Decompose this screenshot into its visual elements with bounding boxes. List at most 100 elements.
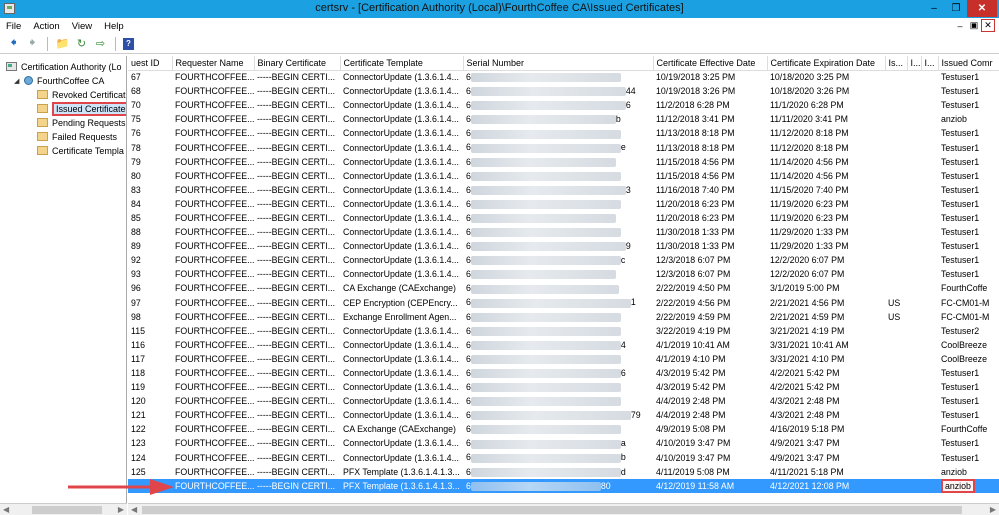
tree-item-pending[interactable]: Pending Requests [37,116,126,129]
table-row[interactable]: 84 FOURTHCOFFEE... -----BEGIN CERTI... Conn… [128,197,999,211]
table-row[interactable]: 116 FOURTHCOFFEE... -----BEGIN CERTI... Con… [128,338,999,352]
menu-file[interactable]: File [0,21,27,32]
cell-requester-name-text: FOURTHCOFFEE... [175,480,254,491]
column-header-effective-date[interactable]: Certificate Effective Date [653,56,768,71]
cell-issued-common-name-text: Testuser1 [941,72,980,83]
cell-expiration-date: 12/2/2020 6:07 PM [767,267,885,281]
column-header-issuer-country[interactable]: Is... [885,56,908,71]
table-row[interactable]: 75 FOURTHCOFFEE... -----BEGIN CERTI... Conn… [128,112,999,126]
column-header-expiration-date[interactable]: Certificate Expiration Date [767,56,886,71]
cell-certificate-template-text: ConnectorUpdate (1.3.6.1.4... [343,86,459,97]
collapse-arrow-icon[interactable]: ◢ [14,77,22,85]
table-row[interactable]: 115 FOURTHCOFFEE... -----BEGIN CERTI... Con… [128,324,999,338]
table-row[interactable]: 97 FOURTHCOFFEE... -----BEGIN CERTI... CEP … [128,296,999,310]
tree-item-revoked[interactable]: Revoked Certificat [37,88,126,101]
column-header-issued-common-name[interactable]: Issued Comr [938,56,999,71]
table-row[interactable]: 123 FOURTHCOFFEE... -----BEGIN CERTI... Con… [128,436,999,450]
table-row[interactable]: 79 FOURTHCOFFEE... -----BEGIN CERTI... Conn… [128,155,999,169]
table-row[interactable]: 120 FOURTHCOFFEE... -----BEGIN CERTI... Con… [128,394,999,408]
table-row[interactable]: 83 FOURTHCOFFEE... -----BEGIN CERTI... Conn… [128,183,999,197]
tree-item-issued[interactable]: Issued Certificates [37,101,126,116]
back-icon[interactable]: 🠸 [6,36,21,51]
refresh-icon[interactable]: ↻ [74,36,89,51]
table-row[interactable]: 119 FOURTHCOFFEE... -----BEGIN CERTI... Con… [128,380,999,394]
table-row[interactable]: 118 FOURTHCOFFEE... -----BEGIN CERTI... Con… [128,366,999,380]
table-row[interactable]: 117 FOURTHCOFFEE... -----BEGIN CERTI... Con… [128,352,999,366]
forward-icon[interactable]: 🠺 [25,36,40,51]
table-row[interactable]: FOURTHCOFFEE... -----BEGIN CERTI... PFX Te… [128,478,999,493]
cell-certificate-template: ConnectorUpdate (1.3.6.1.4... [340,436,463,450]
scrollbar-thumb[interactable] [32,506,102,514]
table-row[interactable]: 68 FOURTHCOFFEE... -----BEGIN CERTI... Conn… [128,84,999,98]
cell-expiration-date-text: 12/2/2020 6:07 PM [770,255,845,266]
table-row[interactable]: 80 FOURTHCOFFEE... -----BEGIN CERTI... Conn… [128,169,999,183]
cell-requester-name-text: FOURTHCOFFEE... [175,255,254,266]
cell-issued-common-name: Testuser2 [938,324,999,338]
mdi-minimize-button[interactable]: – [953,19,967,32]
tree-node-ca[interactable]: ◢ FourthCoffee CA [14,74,104,87]
scrollbar-thumb[interactable] [142,506,962,514]
tree-horizontal-scrollbar[interactable]: ◀ ▶ [0,503,127,515]
column-header-issuer-2[interactable]: I... [907,56,922,71]
cell-request-id: 122 [128,422,172,436]
menu-action[interactable]: Action [27,21,65,32]
table-row[interactable]: 88 FOURTHCOFFEE... -----BEGIN CERTI... Conn… [128,225,999,239]
list-horizontal-scrollbar[interactable]: ◀ ▶ [128,503,999,515]
cell-issuer-2 [907,296,921,310]
cell-request-id-text: 89 [131,241,141,252]
table-row[interactable]: 125 FOURTHCOFFEE... -----BEGIN CERTI... PFX… [128,465,999,479]
scroll-right-icon[interactable]: ▶ [118,505,124,514]
column-header-requester-name[interactable]: Requester Name [172,56,255,71]
cell-requester-name: FOURTHCOFFEE... [172,126,254,140]
tree-item-failed[interactable]: Failed Requests [37,130,117,143]
column-header-request-id[interactable]: uest ID [128,56,173,71]
minimize-button[interactable]: – [923,0,945,17]
table-row[interactable]: 121 FOURTHCOFFEE... -----BEGIN CERTI... Con… [128,408,999,422]
cell-binary-certificate-text: -----BEGIN CERTI... [257,227,336,238]
table-row[interactable]: 76 FOURTHCOFFEE... -----BEGIN CERTI... Conn… [128,126,999,140]
column-header-binary-certificate[interactable]: Binary Certificate [254,56,341,71]
up-folder-icon[interactable]: 📁 [55,36,70,51]
cell-issued-common-name: Testuser1 [938,126,999,140]
table-row[interactable]: 89 FOURTHCOFFEE... -----BEGIN CERTI... Conn… [128,239,999,253]
scroll-left-icon[interactable]: ◀ [3,505,9,514]
mdi-restore-button[interactable]: ▣ [967,19,981,32]
restore-button[interactable]: ❐ [945,0,967,17]
tree-item-templates[interactable]: Certificate Templa [37,144,124,157]
cell-issued-common-name-text: Testuser1 [941,452,980,463]
table-row[interactable]: 93 FOURTHCOFFEE... -----BEGIN CERTI... Conn… [128,267,999,281]
serial-tail-text: a [620,438,626,449]
cell-issuer-country [885,465,907,479]
column-header-certificate-template[interactable]: Certificate Template [340,56,464,71]
menu-help[interactable]: Help [98,21,130,32]
serial-tail-text: 79 [630,410,641,421]
cell-serial-number: 61 [463,296,653,310]
table-row[interactable]: 124 FOURTHCOFFEE... -----BEGIN CERTI... Con… [128,451,999,465]
cell-issued-common-name: Testuser1 [938,267,999,281]
table-row[interactable]: 96 FOURTHCOFFEE... -----BEGIN CERTI... CA E… [128,281,999,295]
tree-node-root[interactable]: Certification Authority (Lo [6,60,122,73]
column-header-issuer-3[interactable]: I... [921,56,939,71]
close-button[interactable]: ✕ [967,0,997,17]
table-row[interactable]: 92 FOURTHCOFFEE... -----BEGIN CERTI... Conn… [128,253,999,267]
table-row[interactable]: 70 FOURTHCOFFEE... -----BEGIN CERTI... Conn… [128,98,999,112]
scroll-left-icon[interactable]: ◀ [131,505,137,514]
cell-requester-name-text: FOURTHCOFFEE... [175,325,254,336]
table-row[interactable]: 78 FOURTHCOFFEE... -----BEGIN CERTI... Conn… [128,140,999,154]
column-header-serial-number[interactable]: Serial Number [463,56,654,71]
menu-view[interactable]: View [66,21,98,32]
table-row[interactable]: 85 FOURTHCOFFEE... -----BEGIN CERTI... Conn… [128,211,999,225]
cell-requester-name: FOURTHCOFFEE... [172,422,254,436]
export-icon[interactable]: ⇨ [93,36,108,51]
table-row[interactable]: 122 FOURTHCOFFEE... -----BEGIN CERTI... CA … [128,422,999,436]
mdi-close-button[interactable]: ✕ [981,19,995,32]
table-row[interactable]: 67 FOURTHCOFFEE... -----BEGIN CERTI... Conn… [128,70,999,84]
scroll-right-icon[interactable]: ▶ [990,505,996,514]
help-icon[interactable]: ? [123,37,134,50]
cell-effective-date: 11/15/2018 4:56 PM [653,169,767,183]
table-row[interactable]: 98 FOURTHCOFFEE... -----BEGIN CERTI... Exch… [128,310,999,324]
cell-expiration-date: 12/2/2020 6:07 PM [767,253,885,267]
cell-request-id: 97 [128,296,172,310]
serial-tail-text: 3 [625,184,631,195]
cell-issued-common-name-text: Testuser1 [941,368,980,379]
